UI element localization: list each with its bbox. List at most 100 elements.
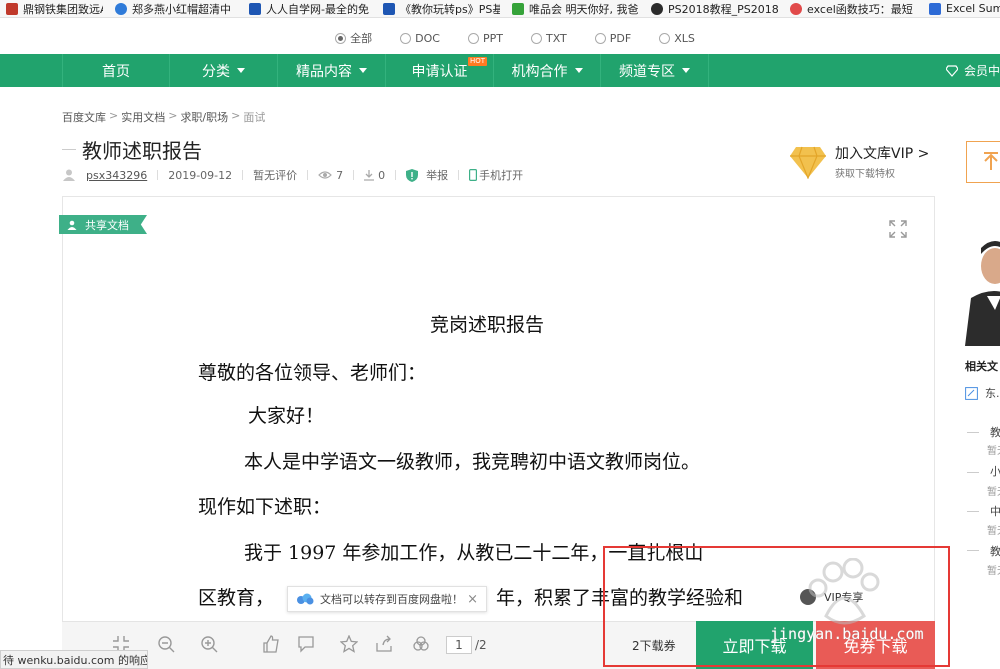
shield-icon	[406, 168, 419, 182]
radio-icon[interactable]	[335, 32, 347, 44]
related-doc-3[interactable]: 中	[990, 503, 1000, 519]
thumbs-up-icon[interactable]	[262, 635, 280, 653]
page-navigator: 1 /2	[446, 636, 487, 654]
bookmark-3[interactable]: 《教你玩转ps》PS基	[377, 0, 506, 17]
filter-xls[interactable]: XLS	[659, 28, 695, 48]
related-doc-2[interactable]: 小	[990, 463, 1000, 479]
download-count: 0	[364, 169, 385, 182]
user-icon	[63, 169, 75, 181]
nav-vip[interactable]: 会员中	[945, 54, 1000, 87]
radio-icon[interactable]	[594, 32, 606, 44]
close-icon[interactable]: ×	[467, 592, 478, 607]
document-meta: psx343296 2019-09-12 暂无评价 7 0 举报 手机打开	[62, 167, 533, 183]
related-doc-1[interactable]: 教	[990, 424, 1000, 440]
caret-down-icon	[237, 68, 245, 73]
filter-txt[interactable]: TXT	[530, 28, 567, 48]
browser-status-bar: 待 wenku.baidu.com 的响应...	[0, 650, 148, 669]
filter-pdf[interactable]: PDF	[594, 28, 631, 48]
radio-icon[interactable]	[530, 32, 542, 44]
nav-partner[interactable]: 机构合作	[494, 54, 601, 87]
nav-channel[interactable]: 频道专区	[601, 54, 709, 87]
bookmark-6[interactable]: excel函数技巧：最短	[784, 0, 923, 17]
star-icon[interactable]	[340, 635, 358, 653]
nav-certification[interactable]: 申请认证 HOT	[386, 54, 494, 87]
page-line-salutation: 尊敬的各位领导、老师们：	[198, 362, 427, 384]
crumb-jobs[interactable]: 求职/职场	[180, 109, 228, 125]
page-number-input[interactable]: 1	[446, 636, 472, 654]
nav-home[interactable]: 首页	[63, 54, 170, 87]
upload-date: 2019-09-12	[168, 168, 233, 182]
bookmark-7[interactable]: Excel Sumif	[923, 0, 1000, 17]
page-line-work: 我于 1997 年参加工作，从教已二十二年，一直扎根山	[244, 542, 704, 564]
page-line-report: 现作如下述职：	[198, 496, 332, 518]
bookmark-2[interactable]: 人人自学网-最全的免	[243, 0, 377, 17]
share-icon[interactable]	[375, 635, 393, 653]
main-nav: 首页 分类 精品内容 申请认证 HOT 机构合作 频道专区 会员中	[0, 54, 1000, 87]
related-docs-sidebar: 相关文 东... 教 暂无 小 暂无 中 暂无 教 暂无	[960, 240, 1000, 669]
shared-doc-tag: 共享文档	[59, 215, 147, 234]
portrait-image	[965, 240, 1000, 346]
page-total: /2	[475, 638, 487, 652]
join-vip-promo[interactable]: 加入文库VIP > 获取下载特权	[790, 143, 929, 180]
bookmark-favicon-icon	[651, 2, 663, 15]
rating: 暂无评价	[253, 169, 298, 182]
caret-down-icon	[682, 68, 690, 73]
radio-icon[interactable]	[659, 32, 671, 44]
bookmark-4[interactable]: 唯品会 明天你好, 我爸	[506, 0, 645, 17]
bookmark-favicon-icon	[6, 2, 18, 15]
related-docs-heading: 相关文	[965, 360, 998, 373]
vip-diamond-icon	[790, 146, 826, 179]
cloud-icon	[297, 593, 314, 605]
open-on-mobile[interactable]: 手机打开	[469, 167, 523, 183]
crumb-wenku[interactable]: 百度文库	[62, 109, 106, 125]
doc-type-filters: 全部 DOC PPT TXT PDF XLS	[0, 28, 1000, 48]
zoom-out-icon[interactable]	[157, 635, 175, 653]
person-icon	[67, 220, 77, 230]
comment-icon[interactable]	[297, 635, 315, 653]
page-heading: 竞岗述职报告	[430, 314, 545, 336]
nav-premium[interactable]: 精品内容	[278, 54, 386, 87]
upload-arrow-icon	[984, 152, 998, 170]
crumb-interview[interactable]: 面试	[243, 109, 265, 125]
vip-exclusive-note: VIP专享	[800, 587, 945, 607]
page-line-intro: 本人是中学语文一级教师，我竞聘初中语文教师岗位。	[244, 451, 701, 473]
fullscreen-icon[interactable]	[889, 220, 907, 238]
diamond-icon	[945, 64, 958, 77]
watermark-text: jingyan.baidu.com	[770, 625, 924, 643]
bookmark-0[interactable]: 鼎钢铁集团致远A6	[0, 0, 109, 17]
bookmark-5[interactable]: PS2018教程_PS2018	[645, 0, 784, 17]
bookmark-favicon-icon	[383, 2, 395, 15]
bookmark-favicon-icon	[115, 2, 127, 15]
bookmark-1[interactable]: 郑多燕小红帽超清中	[109, 0, 243, 17]
bookmarks-bar: 鼎钢铁集团致远A6 郑多燕小红帽超清中 人人自学网-最全的免 《教你玩转ps》P…	[0, 0, 1000, 18]
page-line-experience: 年，积累了丰富的教学经验和	[496, 587, 744, 609]
phone-icon	[469, 169, 478, 181]
filter-ppt[interactable]: PPT	[467, 28, 503, 48]
eye-icon	[318, 171, 333, 179]
author[interactable]: psx343296	[62, 169, 147, 182]
page-title: 教师述职报告	[62, 135, 202, 164]
upload-button[interactable]	[966, 141, 1000, 183]
netdisk-toast: 文档可以转存到百度网盘啦！ ×	[287, 586, 487, 612]
hot-badge: HOT	[467, 57, 487, 66]
crumb-practical[interactable]: 实用文档	[121, 109, 165, 125]
link-icon	[965, 386, 978, 400]
nav-category[interactable]: 分类	[170, 54, 278, 87]
caret-down-icon	[574, 68, 583, 73]
breadcrumb: 百度文库 > 实用文档 > 求职/职场 > 面试	[62, 109, 266, 125]
zoom-in-icon[interactable]	[200, 635, 218, 653]
view-count: 7	[318, 169, 343, 182]
radio-icon[interactable]	[400, 32, 412, 44]
related-doc-4[interactable]: 教	[990, 543, 1000, 559]
download-icon	[364, 169, 375, 181]
caret-down-icon	[359, 68, 367, 73]
filter-doc[interactable]: DOC	[400, 28, 440, 48]
filter-all[interactable]: 全部	[335, 28, 372, 48]
author-avatar	[965, 240, 1000, 346]
netdisk-icon[interactable]	[412, 635, 430, 653]
report-link[interactable]: 举报	[406, 167, 448, 183]
related-doc-0[interactable]: 东...	[965, 385, 1000, 401]
radio-icon[interactable]	[467, 32, 479, 44]
vip-badge-icon	[800, 589, 816, 605]
download-coupon-cost: 2下载券	[632, 639, 676, 653]
